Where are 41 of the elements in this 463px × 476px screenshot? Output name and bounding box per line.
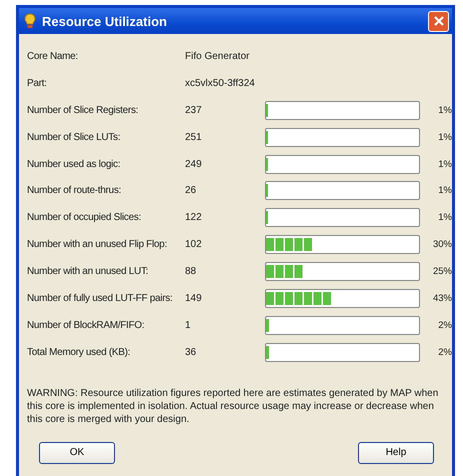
field-label: Part:: [27, 78, 48, 89]
close-button[interactable]: [428, 10, 449, 32]
resource-label: Number of occupied Slices:: [27, 212, 142, 224]
dialog-button[interactable]: Help: [358, 442, 434, 464]
resource-count: 122: [185, 212, 203, 224]
resource-label: Number with an unused Flip Flop:: [27, 239, 168, 250]
resource-label: Number of Slice Registers:: [27, 104, 140, 116]
percent-text: 30%: [432, 239, 452, 250]
resource-count: 26: [185, 185, 198, 196]
resource-count: 88: [185, 266, 198, 278]
window-title: Resource Utilization: [42, 14, 168, 28]
resource-label: Number with an unused LUT:: [27, 266, 150, 278]
field-label: Core Name:: [27, 50, 79, 62]
resource-count: 36: [185, 346, 198, 358]
percent-text: 25%: [432, 266, 452, 278]
bulb-icon: [24, 13, 36, 29]
close-icon: [432, 15, 444, 27]
resource-count: 237: [185, 104, 203, 116]
percent-text: 1%: [437, 158, 452, 170]
resource-count: 251: [185, 132, 203, 143]
field-value: xc5vlx50-3ff324: [185, 78, 256, 89]
resource-label: Total Memory used (KB):: [27, 346, 132, 358]
warning-text: WARNING: Resource utilization figures reported here are estimates generated by MAP when this core is implemented in isolation. Actual resource usage may increase or decrease when this core is merged with your design.: [27, 386, 440, 426]
dialog-button[interactable]: OK: [39, 442, 115, 464]
resource-count: 149: [185, 292, 203, 304]
percent-text: 2%: [437, 346, 452, 358]
percent-text: 43%: [432, 292, 452, 304]
percent-text: 1%: [437, 185, 452, 196]
percent-text: 2%: [437, 320, 452, 331]
resource-label: Number of BlockRAM/FIFO:: [27, 320, 146, 331]
percent-text: 1%: [437, 132, 452, 143]
resource-count: 1: [185, 320, 192, 331]
field-value: Fifo Generator: [185, 50, 250, 62]
resource-count: 249: [185, 158, 203, 170]
resource-count: 102: [185, 239, 203, 250]
resource-label: Number of route-thrus:: [27, 185, 122, 196]
percent-text: 1%: [437, 212, 452, 224]
resource-label: Number of Slice LUTs:: [27, 132, 122, 143]
resource-label: Number used as logic:: [27, 158, 122, 170]
resource-label: Number of fully used LUT-FF pairs:: [27, 292, 174, 304]
percent-text: 1%: [437, 104, 452, 116]
